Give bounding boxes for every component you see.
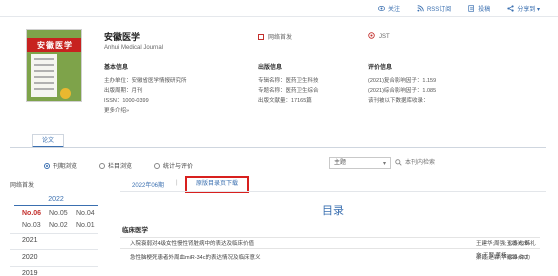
article-title-link[interactable]: 急性脑梗死患者外周血miR-34c的表达情况及临床意义	[130, 252, 260, 264]
issue-link[interactable]: No.02	[49, 221, 76, 230]
journal-title: 安徽医学	[104, 32, 141, 42]
issue-link[interactable]: No.03	[22, 221, 49, 230]
search-field-value: 主题	[334, 160, 347, 166]
year-2022-header[interactable]: 2022	[14, 194, 98, 206]
online-first-button[interactable]: 网络首发	[258, 32, 292, 41]
publication-info-row: 出版文献量：17165篇	[258, 98, 312, 104]
submit-link[interactable]: 投稿	[468, 4, 490, 13]
publication-info-section: 出版信息 专辑名称：医药卫生科技 专题名称：医药卫生综合 出版文献量：17165…	[258, 62, 319, 106]
browse-by-issue-radio[interactable]: 刊期浏览	[44, 161, 77, 170]
issue-link[interactable]: No.01	[76, 221, 103, 230]
article-pages: 629-633	[507, 255, 528, 261]
search-icon[interactable]	[395, 159, 402, 168]
crumb-separator: |	[176, 180, 178, 186]
submit-icon	[468, 5, 475, 12]
follow-link[interactable]: 关注	[377, 4, 400, 13]
article-row: 急性脑梗死患者外周血miR-34c的表达情况及临床意义 梁霞;赵霖;华德锦;许力…	[120, 252, 540, 264]
online-first-label: 网络首发	[268, 35, 293, 41]
search-field-select[interactable]: 主题 ▾	[329, 157, 391, 169]
basic-info-row: 出版周期：月刊	[104, 88, 143, 94]
issue-grid: No.06 No.05 No.04 No.03 No.02 No.01	[22, 209, 103, 230]
article-title-link[interactable]: 入院衰弱对4级女性慢性肾脏病中的表达及临床价值	[130, 238, 254, 250]
year-item[interactable]: 2020	[22, 254, 38, 261]
evaluation-info-row: (2021)复合影响因子：1.159	[368, 78, 437, 84]
jst-button[interactable]: JST	[368, 32, 390, 41]
statistics-label: 统计与评价	[163, 164, 194, 170]
rss-label: RSS订阅	[426, 7, 452, 13]
radio-unselected-icon	[154, 162, 161, 169]
browse-by-issue-label: 刊期浏览	[53, 164, 78, 170]
evaluation-info-section: 评价信息 (2021)复合影响因子：1.159 (2021)综合影响因子：1.0…	[368, 62, 436, 106]
tab-papers[interactable]: 论文	[32, 134, 64, 148]
basic-info-row: 主办单位：安徽省医学情报研究所	[104, 78, 187, 84]
search-input[interactable]	[402, 157, 538, 169]
eye-icon	[377, 5, 385, 12]
chevron-down-icon: ▾	[382, 161, 386, 167]
issue-link[interactable]: No.06	[22, 209, 49, 218]
year-item[interactable]: 2019	[22, 270, 38, 276]
issue-link[interactable]: No.04	[76, 209, 103, 218]
section-heading: 临床医学	[122, 227, 148, 234]
publication-info-heading: 出版信息	[258, 65, 283, 71]
basic-info-heading: 基本信息	[104, 65, 129, 71]
statistics-radio[interactable]: 统计与评价	[154, 161, 193, 170]
year-divider	[10, 249, 98, 250]
year-divider	[10, 266, 98, 267]
rss-icon	[417, 5, 424, 12]
content-divider	[120, 191, 546, 192]
year-item[interactable]: 2021	[22, 237, 38, 244]
evaluation-info-row: 该刊被以下数据库收录：	[368, 98, 429, 104]
radio-unselected-icon	[99, 162, 106, 169]
evaluation-info-heading: 评价信息	[368, 65, 393, 71]
toc-title: 目录	[322, 205, 344, 217]
year-divider	[10, 233, 98, 234]
follow-label: 关注	[387, 7, 400, 13]
cover-badge-icon	[60, 88, 71, 99]
evaluation-info-row: (2021)综合影响因子：1.085	[368, 88, 437, 94]
article-pages: 625-628	[507, 241, 528, 247]
journal-cover-image: 安徽医学	[26, 29, 82, 102]
jst-label: JST	[379, 33, 390, 40]
publication-info-row: 专辑名称：医药卫生科技	[258, 78, 319, 84]
share-label: 分享到 ▾	[517, 7, 540, 13]
browse-by-column-label: 栏目浏览	[108, 164, 133, 170]
cover-panel	[31, 54, 57, 97]
publication-info-row: 专题名称：医药卫生综合	[258, 88, 319, 94]
jst-icon	[368, 32, 375, 41]
submit-label: 投稿	[478, 7, 491, 13]
current-issue-crumb[interactable]: 2022年06期	[132, 180, 164, 189]
article-row: 入院衰弱对4级女性慢性肾脏病中的表达及临床价值 王建华;周强;王德光;韩礼文;王…	[120, 237, 540, 259]
top-links-bar: 关注 RSS订阅 投稿 分享到 ▾	[377, 4, 540, 13]
share-link[interactable]: 分享到 ▾	[507, 4, 540, 13]
browse-by-column-radio[interactable]: 栏目浏览	[99, 161, 132, 170]
share-icon	[507, 5, 514, 12]
online-first-icon	[258, 33, 264, 40]
cover-title: 安徽医学	[27, 38, 81, 52]
more-intro-link[interactable]: 更多介绍»	[104, 106, 187, 116]
radio-selected-icon	[44, 162, 50, 169]
tab-divider	[10, 147, 546, 148]
journal-subtitle: Anhui Medical Journal	[104, 45, 164, 51]
issue-link[interactable]: No.05	[49, 209, 76, 218]
basic-info-section: 基本信息 主办单位：安徽省医学情报研究所 出版周期：月刊 ISSN：1000-0…	[104, 62, 187, 116]
basic-info-row: ISSN：1000-0399	[104, 98, 149, 104]
browse-mode-group: 刊期浏览 栏目浏览 统计与评价	[44, 161, 193, 170]
online-first-heading[interactable]: 网络首发	[10, 180, 34, 189]
rss-link[interactable]: RSS订阅	[417, 4, 451, 13]
top-divider	[0, 16, 558, 17]
